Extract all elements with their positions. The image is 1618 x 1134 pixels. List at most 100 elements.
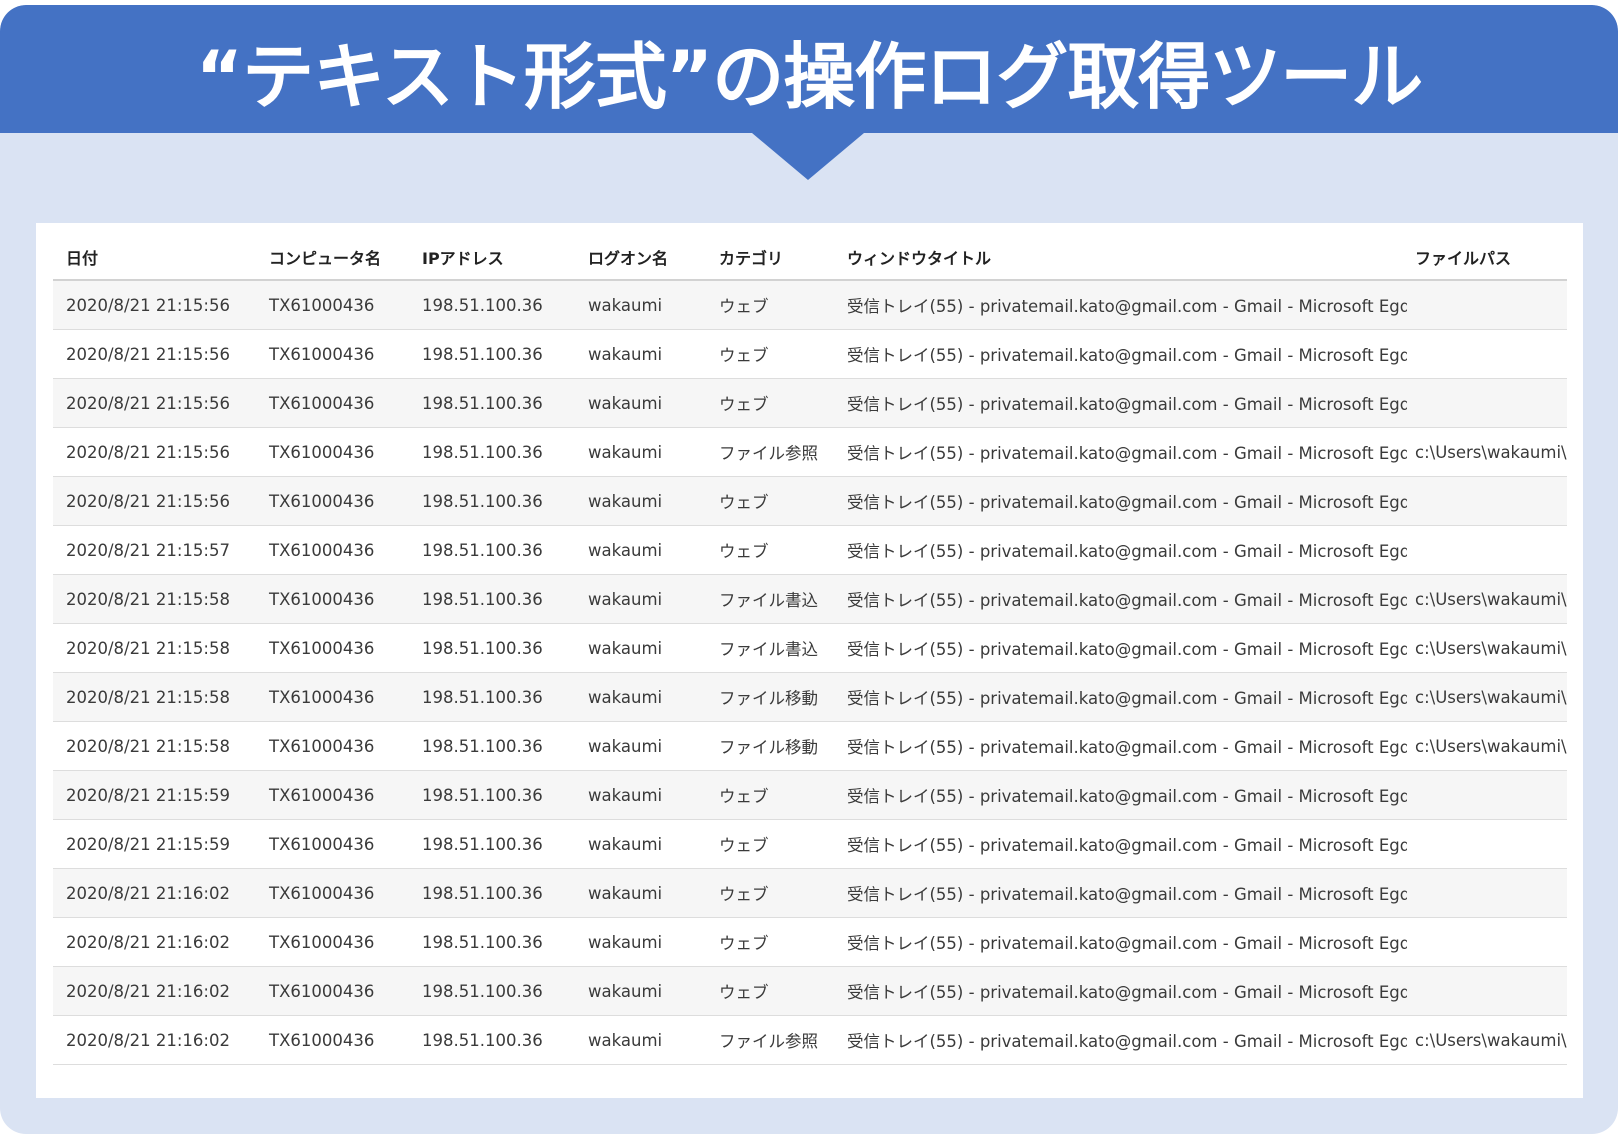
cell-date: 2020/8/21 21:15:59 (53, 770, 256, 820)
cell-ip: 198.51.100.36 (409, 1015, 575, 1065)
cell-file-path (1407, 525, 1567, 575)
cell-window-title: 受信トレイ(55) - privatemail.kato@gmail.com -… (836, 525, 1407, 575)
cell-window-title: 受信トレイ(55) - privatemail.kato@gmail.com -… (836, 476, 1407, 526)
cell-computer: TX61000436 (256, 623, 409, 673)
cell-date: 2020/8/21 21:16:02 (53, 1015, 256, 1065)
operation-log-table: 日付 コンピュータ名 IPアドレス ログオン名 カテゴリ ウィンドウタイトル フ… (53, 235, 1567, 1065)
cell-logon: wakaumi (575, 476, 706, 526)
cell-window-title: 受信トレイ(55) - privatemail.kato@gmail.com -… (836, 1015, 1407, 1065)
cell-window-title: 受信トレイ(55) - privatemail.kato@gmail.com -… (836, 280, 1407, 330)
cell-window-title: 受信トレイ(55) - privatemail.kato@gmail.com -… (836, 966, 1407, 1016)
cell-window-title: 受信トレイ(55) - privatemail.kato@gmail.com -… (836, 378, 1407, 428)
page-title: “テキスト形式”の操作ログ取得ツール (195, 34, 1423, 119)
cell-ip: 198.51.100.36 (409, 770, 575, 820)
table-row: 2020/8/21 21:16:02 TX61000436 198.51.100.3… (53, 917, 1567, 967)
cell-category: ウェブ (706, 476, 836, 526)
cell-file-path (1407, 819, 1567, 869)
cell-logon: wakaumi (575, 917, 706, 967)
table-row: 2020/8/21 21:15:58 TX61000436 198.51.100.3… (53, 623, 1567, 673)
cell-computer: TX61000436 (256, 378, 409, 428)
header-banner: “テキスト形式”の操作ログ取得ツール (0, 5, 1618, 133)
cell-logon: wakaumi (575, 672, 706, 722)
cell-file-path (1407, 476, 1567, 526)
table-body: 2020/8/21 21:15:56 TX61000436 198.51.100.3… (53, 280, 1567, 1065)
cell-logon: wakaumi (575, 721, 706, 771)
cell-date: 2020/8/21 21:15:58 (53, 574, 256, 624)
cell-logon: wakaumi (575, 966, 706, 1016)
cell-date: 2020/8/21 21:15:58 (53, 623, 256, 673)
table-row: 2020/8/21 21:15:59 TX61000436 198.51.100.3… (53, 770, 1567, 820)
cell-file-path: c:\Users\wakaumi\Desktop (1407, 721, 1567, 771)
cell-logon: wakaumi (575, 770, 706, 820)
cell-category: ウェブ (706, 917, 836, 967)
table-row: 2020/8/21 21:15:58 TX61000436 198.51.100.3… (53, 672, 1567, 722)
cell-date: 2020/8/21 21:15:57 (53, 525, 256, 575)
cell-category: ウェブ (706, 966, 836, 1016)
cell-computer: TX61000436 (256, 721, 409, 771)
cell-date: 2020/8/21 21:16:02 (53, 917, 256, 967)
table-row: 2020/8/21 21:15:57 TX61000436 198.51.100.3… (53, 525, 1567, 575)
table-row: 2020/8/21 21:15:56 TX61000436 198.51.100.3… (53, 378, 1567, 428)
cell-file-path: c:\Users\wakaumi\Desktop (1407, 623, 1567, 673)
table-row: 2020/8/21 21:16:02 TX61000436 198.51.100.3… (53, 868, 1567, 918)
cell-computer: TX61000436 (256, 672, 409, 722)
cell-category: ファイル参照 (706, 1015, 836, 1065)
cell-ip: 198.51.100.36 (409, 329, 575, 379)
cell-ip: 198.51.100.36 (409, 672, 575, 722)
cell-category: ファイル書込 (706, 623, 836, 673)
table-row: 2020/8/21 21:15:56 TX61000436 198.51.100.3… (53, 427, 1567, 477)
table-row: 2020/8/21 21:15:56 TX61000436 198.51.100.3… (53, 476, 1567, 526)
cell-logon: wakaumi (575, 329, 706, 379)
cell-ip: 198.51.100.36 (409, 917, 575, 967)
cell-logon: wakaumi (575, 868, 706, 918)
cell-category: ウェブ (706, 329, 836, 379)
cell-date: 2020/8/21 21:15:56 (53, 476, 256, 526)
cell-category: ウェブ (706, 868, 836, 918)
cell-window-title: 受信トレイ(55) - privatemail.kato@gmail.com -… (836, 672, 1407, 722)
cell-category: ウェブ (706, 819, 836, 869)
table-row: 2020/8/21 21:15:56 TX61000436 198.51.100.3… (53, 280, 1567, 330)
cell-file-path: c:\Users\wakaumi\Desktop (1407, 574, 1567, 624)
cell-file-path (1407, 917, 1567, 967)
cell-computer: TX61000436 (256, 917, 409, 967)
cell-ip: 198.51.100.36 (409, 378, 575, 428)
cell-file-path: c:\Users\wakaumi\Desktop (1407, 427, 1567, 477)
cell-computer: TX61000436 (256, 770, 409, 820)
cell-computer: TX61000436 (256, 966, 409, 1016)
table-row: 2020/8/21 21:15:59 TX61000436 198.51.100.3… (53, 819, 1567, 869)
cell-file-path: c:\Users\wakaumi\Desktop (1407, 1015, 1567, 1065)
cell-computer: TX61000436 (256, 574, 409, 624)
cell-ip: 198.51.100.36 (409, 966, 575, 1016)
cell-ip: 198.51.100.36 (409, 574, 575, 624)
cell-category: ファイル書込 (706, 574, 836, 624)
cell-window-title: 受信トレイ(55) - privatemail.kato@gmail.com -… (836, 329, 1407, 379)
cell-file-path (1407, 280, 1567, 330)
cell-window-title: 受信トレイ(55) - privatemail.kato@gmail.com -… (836, 721, 1407, 771)
cell-date: 2020/8/21 21:15:56 (53, 280, 256, 330)
cell-logon: wakaumi (575, 525, 706, 575)
column-header-date: 日付 (53, 235, 256, 281)
cell-computer: TX61000436 (256, 427, 409, 477)
cell-category: ウェブ (706, 280, 836, 330)
table-row: 2020/8/21 21:15:58 TX61000436 198.51.100.3… (53, 721, 1567, 771)
cell-computer: TX61000436 (256, 525, 409, 575)
cell-window-title: 受信トレイ(55) - privatemail.kato@gmail.com -… (836, 574, 1407, 624)
cell-ip: 198.51.100.36 (409, 868, 575, 918)
cell-computer: TX61000436 (256, 329, 409, 379)
cell-category: ウェブ (706, 378, 836, 428)
cell-ip: 198.51.100.36 (409, 427, 575, 477)
table-row: 2020/8/21 21:15:58 TX61000436 198.51.100.3… (53, 574, 1567, 624)
table-row: 2020/8/21 21:16:02 TX61000436 198.51.100.3… (53, 1015, 1567, 1065)
column-header-ip: IPアドレス (409, 235, 575, 281)
cell-date: 2020/8/21 21:16:02 (53, 868, 256, 918)
cell-logon: wakaumi (575, 574, 706, 624)
cell-file-path (1407, 378, 1567, 428)
cell-date: 2020/8/21 21:15:56 (53, 329, 256, 379)
table-row: 2020/8/21 21:16:02 TX61000436 198.51.100.3… (53, 966, 1567, 1016)
cell-date: 2020/8/21 21:15:59 (53, 819, 256, 869)
cell-ip: 198.51.100.36 (409, 280, 575, 330)
column-header-logon: ログオン名 (575, 235, 706, 281)
cell-logon: wakaumi (575, 623, 706, 673)
cell-logon: wakaumi (575, 280, 706, 330)
cell-ip: 198.51.100.36 (409, 525, 575, 575)
